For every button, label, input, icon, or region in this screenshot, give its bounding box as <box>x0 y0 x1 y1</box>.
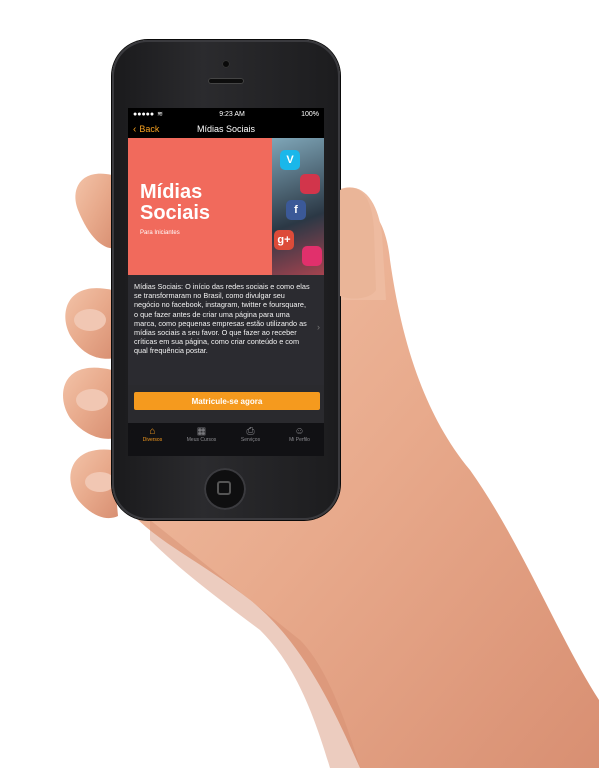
app-icon <box>302 246 322 266</box>
chevron-left-icon: ‹ <box>133 123 137 135</box>
courses-icon: ▦ <box>196 426 207 437</box>
cover-title-line2: Sociais <box>140 202 211 224</box>
description-text: Mídias Sociais: O início das redes socia… <box>134 282 310 356</box>
page-title: Mídias Sociais <box>196 124 256 134</box>
home-button[interactable] <box>204 468 246 510</box>
cover-title-line1: Mídias <box>140 181 203 203</box>
tab-perfil[interactable]: ☺ Mi Perfilo <box>275 423 324 456</box>
product-photo: ●●●●● ≋ 9:23 AM 100% ‹ Back Mídias Socia… <box>0 0 599 768</box>
nav-bar: ‹ Back Mídias Sociais <box>128 120 324 138</box>
earpiece-speaker <box>208 78 244 84</box>
tab-bar: ⌂ Diversos ▦ Meus Cursos ⎙ Serviços ☺ Mi… <box>128 423 324 456</box>
wifi-icon: ≋ <box>157 111 164 118</box>
chevron-right-icon: › <box>317 322 320 332</box>
vimeo-icon: V <box>280 150 300 170</box>
cover-title: Mídias Sociais <box>140 182 210 224</box>
battery-level: 100% <box>301 110 319 118</box>
back-button[interactable]: ‹ Back <box>133 120 159 138</box>
front-camera <box>222 60 230 68</box>
profile-icon: ☺ <box>294 426 305 437</box>
cover-subtitle: Para Iniciantes <box>140 230 180 236</box>
tab-meus-cursos[interactable]: ▦ Meus Cursos <box>177 423 226 456</box>
status-time: 9:23 AM <box>219 110 245 118</box>
tab-label: Diversos <box>142 437 163 443</box>
smartphone-device: ●●●●● ≋ 9:23 AM 100% ‹ Back Mídias Socia… <box>112 40 340 520</box>
course-cover: Mídias Sociais Para Iniciantes <box>128 138 272 275</box>
app-icon <box>300 174 320 194</box>
google-plus-icon: g+ <box>274 230 294 250</box>
back-label: Back <box>139 124 160 134</box>
enroll-button[interactable]: Matricule-se agora <box>134 392 320 410</box>
tab-label: Meus Cursos <box>186 437 217 443</box>
facebook-icon: f <box>286 200 306 220</box>
tab-label: Serviços <box>240 437 261 443</box>
signal-strength: ●●●●● <box>133 110 155 118</box>
course-hero: Mídias Sociais Para Iniciantes V f g+ <box>128 138 324 275</box>
home-icon: ⌂ <box>149 426 156 437</box>
phone-screen: ●●●●● ≋ 9:23 AM 100% ‹ Back Mídias Socia… <box>128 108 324 456</box>
status-bar: ●●●●● ≋ 9:23 AM 100% <box>128 108 324 120</box>
tab-diversos[interactable]: ⌂ Diversos <box>128 423 177 456</box>
social-apps-image: V f g+ <box>272 138 324 275</box>
tab-label: Mi Perfilo <box>289 437 310 443</box>
tab-servicos[interactable]: ⎙ Serviços <box>226 423 275 456</box>
course-description[interactable]: Mídias Sociais: O início das redes socia… <box>128 275 324 385</box>
services-icon: ⎙ <box>246 426 255 437</box>
